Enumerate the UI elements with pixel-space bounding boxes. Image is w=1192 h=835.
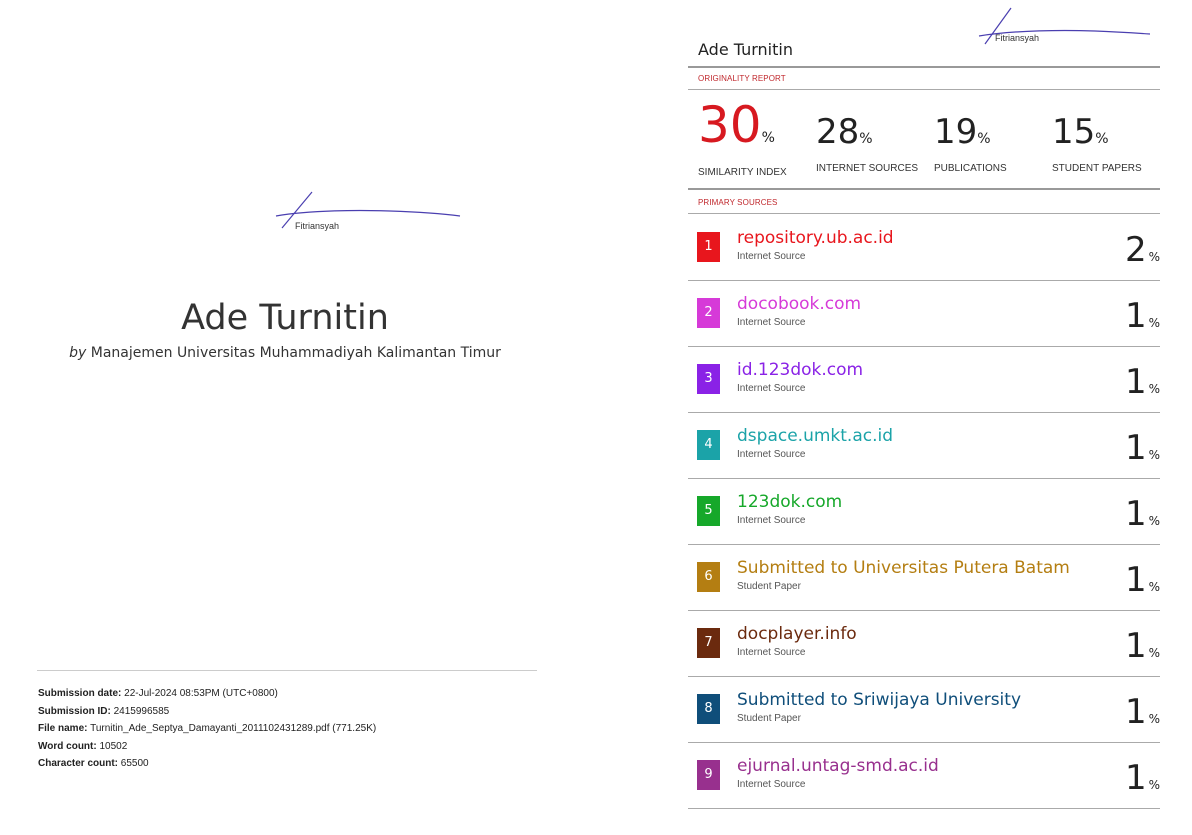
signature-name: Fitriansyah xyxy=(295,221,340,231)
by-prefix: by xyxy=(69,345,87,361)
divider xyxy=(688,66,1160,68)
source-type: Student Paper xyxy=(737,581,801,592)
source-percentage: 1% xyxy=(1124,560,1160,600)
source-row: 4 dspace.umkt.ac.id Internet Source 1% xyxy=(688,412,1160,479)
source-name-link[interactable]: ejurnal.untag-smd.ac.id xyxy=(737,756,939,776)
source-percentage: 1% xyxy=(1124,626,1160,666)
source-row: 7 docplayer.info Internet Source 1% xyxy=(688,610,1160,677)
stat-similarity-index: 30% SIMILARITY INDEX xyxy=(698,96,787,178)
source-row: 8 Submitted to Sriwijaya University Studen… xyxy=(688,676,1160,743)
source-number-badge: 8 xyxy=(697,694,720,724)
meta-submission-id: Submission ID: 2415996585 xyxy=(38,705,170,717)
source-row: 2 docobook.com Internet Source 1% xyxy=(688,280,1160,347)
meta-character-count: Character count: 65500 xyxy=(38,758,149,769)
source-name-link[interactable]: Submitted to Universitas Putera Batam xyxy=(737,558,1070,578)
divider xyxy=(37,670,537,671)
stat-internet-sources: 28% INTERNET SOURCES xyxy=(816,112,919,174)
originality-report-label: ORIGINALITY REPORT xyxy=(698,74,786,83)
source-name-link[interactable]: Submitted to Sriwijaya University xyxy=(737,690,1021,710)
source-number-badge: 1 xyxy=(697,232,720,262)
source-percentage: 2% xyxy=(1124,230,1160,270)
source-percentage: 1% xyxy=(1124,362,1160,402)
source-number-badge: 6 xyxy=(697,562,720,592)
meta-file-name: File name: Turnitin_Ade_Septya_Damayanti… xyxy=(38,723,377,734)
source-number-badge: 9 xyxy=(697,760,720,790)
source-number-badge: 5 xyxy=(697,496,720,526)
source-percentage: 1% xyxy=(1124,758,1160,798)
document-title: Ade Turnitin xyxy=(181,298,389,338)
source-name-link[interactable]: id.123dok.com xyxy=(737,360,863,380)
source-row: 6 Submitted to Universitas Putera Batam St… xyxy=(688,544,1160,611)
source-name-link[interactable]: dspace.umkt.ac.id xyxy=(737,426,893,446)
source-row: 5 123dok.com Internet Source 1% xyxy=(688,478,1160,545)
source-type: Internet Source xyxy=(737,383,806,394)
report-title: Ade Turnitin xyxy=(698,40,793,59)
source-percentage: 1% xyxy=(1124,494,1160,534)
source-type: Internet Source xyxy=(737,317,806,328)
source-percentage: 1% xyxy=(1124,692,1160,732)
source-type: Internet Source xyxy=(737,449,806,460)
source-number-badge: 2 xyxy=(697,298,720,328)
source-name-link[interactable]: docobook.com xyxy=(737,294,861,314)
source-number-badge: 4 xyxy=(697,430,720,460)
source-type: Student Paper xyxy=(737,713,801,724)
cover-page: Fitriansyah Ade Turnitin by Manajemen Un… xyxy=(0,0,660,835)
source-row: 3 id.123dok.com Internet Source 1% xyxy=(688,346,1160,413)
source-name-link[interactable]: repository.ub.ac.id xyxy=(737,228,894,248)
report-page: Ade Turnitin Fitriansyah ORIGINALITY REP… xyxy=(660,0,1192,835)
source-row: 1 repository.ub.ac.id Internet Source 2% xyxy=(688,214,1160,281)
source-type: Internet Source xyxy=(737,515,806,526)
author-name: Manajemen Universitas Muhammadiyah Kalim… xyxy=(90,345,501,361)
meta-word-count: Word count: 10502 xyxy=(38,740,128,752)
meta-submission-date: Submission date: 22-Jul-2024 08:53PM (UT… xyxy=(38,688,278,699)
source-name-link[interactable]: 123dok.com xyxy=(737,492,842,512)
source-number-badge: 7 xyxy=(697,628,720,658)
stat-publications: 19% PUBLICATIONS xyxy=(934,112,1007,174)
source-percentage: 1% xyxy=(1124,296,1160,336)
source-type: Internet Source xyxy=(737,779,806,790)
divider xyxy=(688,188,1160,190)
divider xyxy=(688,89,1160,90)
primary-sources-label: PRIMARY SOURCES xyxy=(698,198,778,207)
source-type: Internet Source xyxy=(737,647,806,658)
source-number-badge: 3 xyxy=(697,364,720,394)
source-row: 9 ejurnal.untag-smd.ac.id Internet Source 1… xyxy=(688,742,1160,809)
stat-student-papers: 15% STUDENT PAPERS xyxy=(1052,112,1142,174)
source-type: Internet Source xyxy=(737,251,806,262)
submission-meta: Submission date: 22-Jul-2024 08:53PM (UT… xyxy=(38,685,376,773)
source-name-link[interactable]: docplayer.info xyxy=(737,624,857,644)
source-percentage: 1% xyxy=(1124,428,1160,468)
signature-name: Fitriansyah xyxy=(995,33,1040,43)
document-author: by Manajemen Universitas Muhammadiyah Ka… xyxy=(0,345,570,361)
